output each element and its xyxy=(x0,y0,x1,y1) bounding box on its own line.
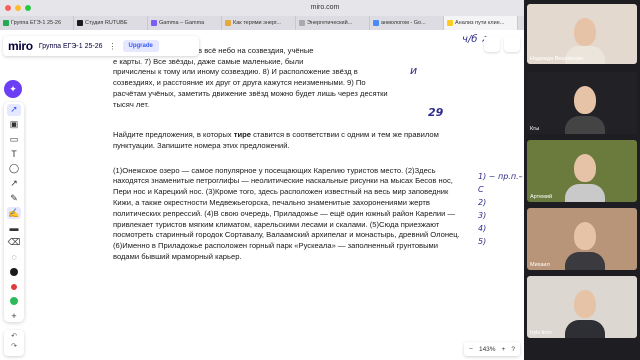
templates-icon[interactable]: ▣ xyxy=(7,119,21,131)
participant-name: Надежда Вешовская xyxy=(530,56,584,62)
participant-body xyxy=(565,116,605,134)
marker-icon[interactable]: ✍ xyxy=(7,207,21,219)
participant-video-tile[interactable]: Iryki tirvv xyxy=(527,276,637,338)
handwritten-answer-item: 5) xyxy=(478,237,487,246)
color-black-swatch[interactable] xyxy=(7,266,21,278)
tab-label: анмологом - Go... xyxy=(381,20,426,26)
eraser-icon[interactable]: ⌫ xyxy=(7,237,21,249)
participant-name: Артемий xyxy=(530,194,553,200)
maximize-window-button[interactable] xyxy=(25,5,31,11)
board-right-controls xyxy=(484,36,520,56)
handwritten-answer-item: 2) xyxy=(478,198,487,207)
redo-icon[interactable]: ↷ xyxy=(11,342,17,350)
participant-face xyxy=(574,154,596,182)
handwritten-answer-item: 1) ~ пр.п.–С xyxy=(478,172,523,194)
lasso-icon[interactable]: ◌ xyxy=(7,251,21,263)
undo-icon[interactable]: ↶ xyxy=(11,332,17,340)
task-instruction: Найдите предложения, в которых тире став… xyxy=(113,130,458,151)
participant-video-tile[interactable]: Артемий xyxy=(527,140,637,202)
tab-label: Анализ пути клие... xyxy=(455,20,505,26)
upgrade-button[interactable]: Upgrade xyxy=(122,40,159,52)
participant-video-tile[interactable]: Надежда Вешовская xyxy=(527,4,637,64)
browser-window: miro.com Группа ЕГЭ-1 25-26 Студия RUTUBE… xyxy=(0,0,640,360)
pen-icon[interactable]: ✎ xyxy=(7,192,21,204)
zoom-controls: − 143% + ? xyxy=(464,342,520,356)
shapes-icon[interactable]: ◯ xyxy=(7,163,21,175)
example-text: (1)Онежское озеро — самое популярное у п… xyxy=(113,165,460,261)
select-cursor-icon[interactable]: ➚ xyxy=(7,104,21,116)
browser-tab-strip: Группа ЕГЭ-1 25-26 Студия RUTUBE Gamma – G… xyxy=(0,16,524,30)
participant-body xyxy=(565,184,605,202)
tab-favicon-icon xyxy=(373,20,379,26)
highlighter-icon[interactable]: ▬ xyxy=(7,222,21,234)
tab-favicon-icon xyxy=(447,20,453,26)
tab-favicon-icon xyxy=(3,20,9,26)
more-tools-icon[interactable]: + xyxy=(7,310,21,322)
text-line: е карты. 7) Все звёзды, даже самые мален… xyxy=(113,56,304,66)
ai-sparkle-icon[interactable]: ✦ xyxy=(4,80,22,98)
browser-tab[interactable]: анмологом - Go... xyxy=(370,16,444,30)
more-menu-icon[interactable]: ⋮ xyxy=(109,42,117,51)
participant-name: Михаил xyxy=(530,262,550,268)
handwritten-answer-list: 1) ~ пр.п.–С 2) 3) 4) 5) xyxy=(478,170,524,248)
browser-tab[interactable]: Как терями энерг... xyxy=(222,16,296,30)
text-line: расчётам учёных, заметить движение звёзд… xyxy=(113,88,388,98)
handwritten-answer-item: 3) xyxy=(478,211,487,220)
participant-video-tile[interactable]: Кгы xyxy=(527,72,637,134)
browser-tab[interactable]: Группа ЕГЭ-1 25-26 xyxy=(0,16,74,30)
video-call-panel: Надежда Вешовская Кгы Артемий Михаил Iryki t… xyxy=(524,0,640,360)
minimize-window-button[interactable] xyxy=(15,5,21,11)
help-icon[interactable]: ? xyxy=(511,346,515,353)
tab-favicon-icon xyxy=(77,20,83,26)
participant-face xyxy=(574,222,596,250)
tab-favicon-icon xyxy=(225,20,231,26)
tab-label: Как терями энерг... xyxy=(233,20,281,26)
close-window-button[interactable] xyxy=(5,5,11,11)
address-bar[interactable]: miro.com xyxy=(260,2,390,13)
board-header: miro Группа ЕГЭ-1 25-26 ⋮ Upgrade xyxy=(3,36,199,56)
text-line: причислены к тому или иному созвездию. 8… xyxy=(113,67,358,77)
text-line: тысяч лет. xyxy=(113,99,150,109)
task-keyword: тире xyxy=(233,130,251,140)
text-line: созвездиях, и расстояние их друг от друг… xyxy=(113,78,366,88)
tab-label: Студия RUTUBE xyxy=(85,20,128,26)
board-text-block: ные фигуры. 6) Разделив всё небо на созв… xyxy=(113,46,460,273)
zoom-in-icon[interactable]: + xyxy=(502,346,506,353)
participant-body xyxy=(565,252,605,270)
tab-favicon-icon xyxy=(299,20,305,26)
browser-tab[interactable]: Анализ пути клие... xyxy=(444,16,518,30)
tab-label: Энергетический... xyxy=(307,20,353,26)
handwritten-answer-item: 4) xyxy=(478,224,487,233)
board-name[interactable]: Группа ЕГЭ-1 25-26 xyxy=(39,43,103,50)
zoom-out-icon[interactable]: − xyxy=(469,346,473,353)
text-tool-icon[interactable]: T xyxy=(7,148,21,160)
participant-face xyxy=(574,290,596,318)
color-green-swatch[interactable] xyxy=(7,296,21,308)
miro-logo[interactable]: miro xyxy=(8,39,33,53)
tab-favicon-icon xyxy=(151,20,157,26)
miro-board-canvas[interactable]: ные фигуры. 6) Разделив всё небо на созв… xyxy=(0,30,524,360)
task-text: Найдите предложения, в которых xyxy=(113,130,234,140)
color-red-swatch[interactable] xyxy=(7,281,21,293)
zoom-level[interactable]: 143% xyxy=(479,346,496,353)
participant-face xyxy=(574,86,596,114)
handwritten-mark: и xyxy=(410,64,418,77)
browser-tab[interactable]: Студия RUTUBE xyxy=(74,16,148,30)
participant-face xyxy=(574,18,596,46)
undo-redo-panel: ↶ ↷ xyxy=(4,330,24,356)
participant-video-tile[interactable]: Михаил xyxy=(527,208,637,270)
browser-tab[interactable]: Gamma – Gamma xyxy=(148,16,222,30)
participant-name: Кгы xyxy=(530,126,540,132)
collaboration-icon[interactable] xyxy=(484,36,500,52)
connector-icon[interactable]: ↗ xyxy=(7,178,21,190)
handwritten-number: 29 xyxy=(428,106,444,119)
tab-label: Gamma – Gamma xyxy=(159,20,205,26)
share-icon[interactable] xyxy=(504,36,520,52)
participant-body xyxy=(565,320,605,338)
participant-name: Iryki tirvv xyxy=(530,330,552,336)
browser-tab[interactable]: Энергетический... xyxy=(296,16,370,30)
tab-label: Группа ЕГЭ-1 25-26 xyxy=(11,20,62,26)
sticky-note-icon[interactable]: ▭ xyxy=(7,133,21,145)
creation-toolbar: ➚ ▣ ▭ T ◯ ↗ ✎ ✍ ▬ ⌫ ◌ + xyxy=(4,102,24,322)
